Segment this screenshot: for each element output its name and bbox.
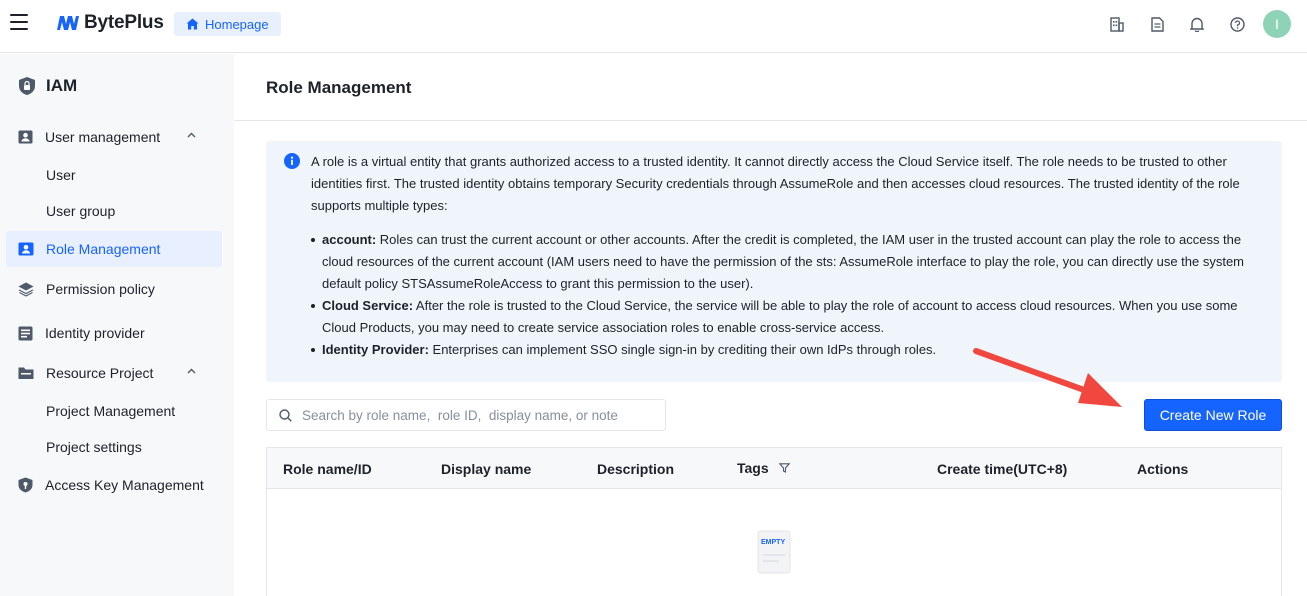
sidebar-item-identity-provider[interactable]: Identity provider (6, 315, 222, 351)
menu-icon[interactable] (10, 14, 28, 30)
brand-name: BytePlus (84, 12, 164, 33)
sidebar-item-resource-project[interactable]: Resource Project (6, 355, 222, 391)
sidebar-item-user-group[interactable]: User group (6, 193, 222, 229)
column-tags[interactable]: Tags (737, 460, 790, 476)
chevron-up-icon[interactable] (187, 132, 196, 138)
info-icon (284, 153, 300, 169)
roles-table: Role name/ID Display name Description Ta… (266, 447, 1282, 596)
search-icon (279, 408, 292, 422)
empty-state-icon: EMPTY (757, 530, 791, 574)
sidebar-item-role-management[interactable]: Role Management (6, 231, 222, 267)
sidebar-item-user-management[interactable]: User management (6, 119, 222, 155)
sidebar-item-access-key-management[interactable]: Access Key Management (6, 467, 222, 503)
bell-icon[interactable] (1177, 10, 1217, 38)
filter-icon[interactable] (778, 463, 790, 473)
create-new-role-button[interactable]: Create New Role (1144, 399, 1282, 431)
column-actions: Actions (1137, 461, 1189, 477)
sidebar-title: IAM (18, 76, 77, 96)
empty-icon-label: EMPTY (761, 539, 785, 546)
top-bar: BytePlus Homepage I (0, 0, 1307, 53)
list-item: Cloud Service: After the role is trusted… (311, 295, 1271, 339)
homepage-label: Homepage (205, 16, 269, 32)
byteplus-logo-icon (57, 16, 79, 30)
id-card-icon (18, 326, 33, 340)
search-input[interactable] (302, 407, 652, 423)
sidebar: IAM User management User User group Role… (0, 54, 234, 596)
document-icon[interactable] (1137, 10, 1177, 38)
brand-logo[interactable]: BytePlus (57, 12, 164, 34)
column-create-time[interactable]: Create time(UTC+8) (937, 461, 1067, 477)
search-box[interactable] (266, 399, 666, 431)
divider (234, 120, 1307, 121)
iam-shield-icon (19, 77, 35, 95)
shield-key-icon (18, 477, 33, 493)
table-header: Role name/ID Display name Description Ta… (267, 448, 1281, 489)
folder-icon (18, 367, 34, 379)
home-icon (186, 18, 199, 30)
role-icon (18, 242, 34, 256)
info-intro: A role is a virtual entity that grants a… (311, 154, 1240, 213)
avatar[interactable]: I (1263, 10, 1291, 38)
column-role-name[interactable]: Role name/ID (283, 461, 372, 477)
column-display-name[interactable]: Display name (441, 461, 531, 477)
sidebar-item-project-settings[interactable]: Project settings (6, 429, 222, 465)
user-card-icon (18, 130, 33, 144)
sidebar-item-permission-policy[interactable]: Permission policy (6, 271, 222, 307)
building-icon[interactable] (1097, 10, 1137, 38)
page-title: Role Management (266, 78, 412, 97)
info-bullet-list: account: Roles can trust the current acc… (311, 229, 1271, 361)
homepage-button[interactable]: Homepage (174, 12, 281, 36)
column-description[interactable]: Description (597, 461, 674, 477)
annotation-arrow-icon (1204, 50, 1307, 120)
layers-icon (18, 282, 34, 297)
list-item: account: Roles can trust the current acc… (311, 229, 1271, 295)
help-icon[interactable] (1217, 10, 1257, 38)
main-content: Role Management A role is a virtual enti… (234, 54, 1307, 596)
sidebar-item-project-management[interactable]: Project Management (6, 393, 222, 429)
red-arrow-icon (973, 348, 1122, 407)
chevron-up-icon[interactable] (187, 368, 196, 374)
sidebar-item-user[interactable]: User (6, 157, 222, 193)
